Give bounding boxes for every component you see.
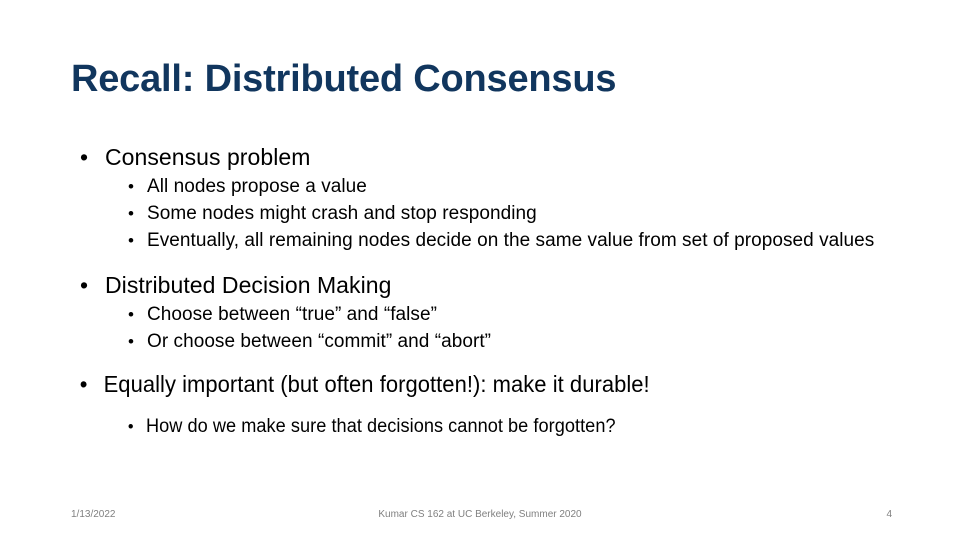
line-spacer bbox=[60, 400, 920, 413]
bullet-level1: • Consensus problem bbox=[74, 142, 920, 173]
bullet-glyph-icon: • bbox=[128, 177, 135, 196]
bullet-level2-label: Eventually, all remaining nodes decide o… bbox=[147, 230, 875, 251]
footer-course-label: Kumar CS 162 at UC Berkeley, Summer 2020 bbox=[378, 509, 582, 520]
bullet-level1-label: Equally important (but often forgotten!)… bbox=[103, 371, 650, 397]
slide-body: • Consensus problem • All nodes propose … bbox=[60, 142, 920, 440]
bullet-level2-label: Choose between “true” and “false” bbox=[147, 304, 437, 325]
bullet-glyph-icon: • bbox=[80, 144, 89, 170]
bullet-glyph-icon: • bbox=[127, 417, 134, 436]
bullet-level2: • Eventually, all remaining nodes decide… bbox=[124, 227, 920, 254]
content-section: • Distributed Decision Making • Choose b… bbox=[60, 270, 920, 355]
bullet-level1: • Equally important (but often forgotten… bbox=[74, 369, 882, 400]
bullet-glyph-icon: • bbox=[80, 272, 89, 298]
bullet-level2: • All nodes propose a value bbox=[124, 173, 920, 200]
content-section: • Equally important (but often forgotten… bbox=[60, 369, 920, 440]
page-title: Recall: Distributed Consensus bbox=[71, 58, 617, 100]
bullet-level1-label: Distributed Decision Making bbox=[105, 272, 392, 298]
bullet-glyph-icon: • bbox=[128, 332, 135, 351]
bullet-glyph-icon: • bbox=[79, 371, 88, 397]
bullet-level2: • Some nodes might crash and stop respon… bbox=[124, 200, 920, 227]
bullet-level2: • How do we make sure that decisions can… bbox=[124, 413, 884, 440]
bullet-level2: • Or choose between “commit” and “abort” bbox=[124, 328, 920, 355]
bullet-level1-label: Consensus problem bbox=[105, 144, 311, 170]
bullet-level2-label: Some nodes might crash and stop respondi… bbox=[147, 203, 537, 224]
bullet-level2-label: How do we make sure that decisions canno… bbox=[145, 416, 616, 437]
content-section: • Consensus problem • All nodes propose … bbox=[60, 142, 920, 254]
bullet-level2: • Choose between “true” and “false” bbox=[124, 301, 920, 328]
bullet-level2-label: All nodes propose a value bbox=[147, 176, 367, 197]
bullet-glyph-icon: • bbox=[128, 231, 135, 250]
bullet-level2-label: Or choose between “commit” and “abort” bbox=[147, 331, 492, 352]
bullet-glyph-icon: • bbox=[128, 305, 135, 324]
slide-footer: 1/13/2022 Kumar CS 162 at UC Berkeley, S… bbox=[0, 508, 960, 528]
bullet-glyph-icon: • bbox=[128, 204, 135, 223]
footer-page-number: 4 bbox=[886, 509, 892, 520]
bullet-level1: • Distributed Decision Making bbox=[74, 270, 920, 301]
slide-canvas: Recall: Distributed Consensus • Consensu… bbox=[0, 0, 960, 540]
